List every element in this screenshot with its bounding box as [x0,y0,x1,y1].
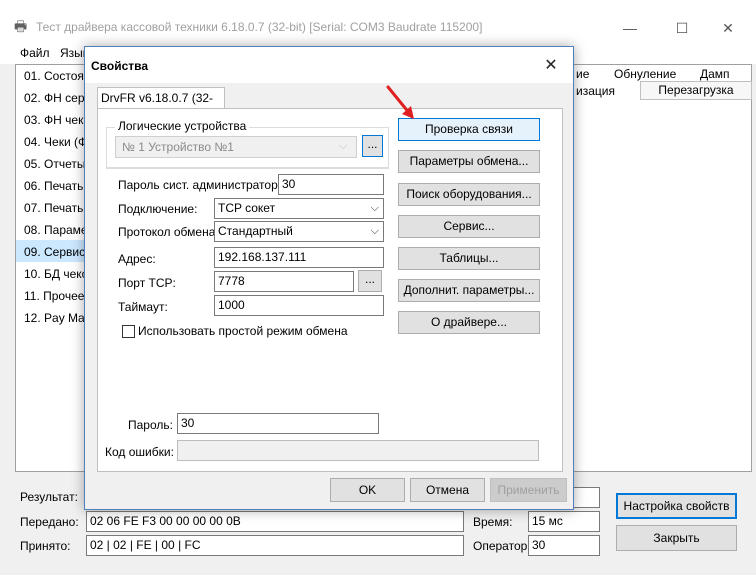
connection-value: TCP сокет [218,201,276,215]
password-label: Пароль: [128,418,173,432]
app-icon: 🖶 [14,18,28,34]
simple-mode-label: Использовать простой режим обмена [138,324,348,338]
main-window-title: Тест драйвера кассовой техники 6.18.0.7 … [36,20,483,34]
chevron-down-icon: ⌵ [370,225,379,237]
list-item[interactable]: 03. ФН чеки [24,113,84,127]
tab-partial-2[interactable]: изация [576,84,615,98]
admin-password-label: Пароль сист. администратора: [118,178,288,192]
list-item[interactable]: 12. Pay Manager [24,311,84,325]
port-browse-button[interactable]: ... [358,270,382,292]
tab-dump[interactable]: Дамп [700,67,730,81]
protocol-select[interactable]: Стандартный ⌵ [214,221,384,242]
port-label: Порт TCP: [118,276,176,290]
tab-driver[interactable]: DrvFR v6.18.0.7 (32-bit) [97,87,225,125]
error-code-label: Код ошибки: [105,445,174,459]
dialog-title: Свойства [91,59,149,73]
list-item[interactable]: 04. Чеки (ФН) [24,135,84,149]
time-label: Время: [473,515,513,529]
list-item[interactable]: 06. Печать т [24,179,84,193]
admin-password-field[interactable]: 30 [278,174,384,195]
tab-reset[interactable]: Обнуление [614,67,676,81]
connection-select[interactable]: TCP сокет ⌵ [214,198,384,219]
address-field[interactable]: 192.168.137.111 [214,247,384,268]
sent-field[interactable]: 02 06 FE F3 00 00 00 00 0B [86,511,464,532]
list-item[interactable]: 02. ФН серия [24,91,84,105]
cancel-button[interactable]: Отмена [410,478,485,502]
service-panel [560,64,752,472]
list-item[interactable]: 10. БД чеков [24,267,84,281]
error-code-field[interactable] [177,440,539,461]
list-item[interactable]: 08. Параметры [24,223,84,237]
protocol-label: Протокол обмена: [118,225,219,239]
operator-field[interactable]: 30 [528,535,600,556]
list-item-selected[interactable]: 09. Сервис [24,245,84,259]
list-item[interactable]: 01. Состояние [24,69,84,83]
divider [106,168,389,169]
tables-button[interactable]: Таблицы... [398,247,540,270]
annotation-arrow-icon [386,85,414,119]
maximize-icon[interactable]: ☐ [672,18,692,38]
list-item[interactable]: 11. Прочее [24,289,84,303]
received-label: Принято: [20,539,71,553]
list-item[interactable]: 05. Отчеты [24,157,84,171]
close-button[interactable]: Закрыть [616,525,737,551]
about-driver-button[interactable]: О драйвере... [398,311,540,334]
menu-file[interactable]: Файл [20,46,50,60]
ok-button[interactable]: OK [330,478,405,502]
minimize-icon[interactable]: — [620,18,640,38]
menu-language[interactable]: Язык [60,46,84,60]
protocol-value: Стандартный [218,224,293,238]
connection-label: Подключение: [118,202,198,216]
device-browse-button[interactable]: ... [362,135,383,157]
operator-label: Оператор: [473,539,531,553]
time-field[interactable]: 15 мс [528,511,600,532]
apply-button[interactable]: Применить [490,478,567,502]
chevron-down-icon: ⌵ [370,202,379,214]
result-label: Результат: [20,490,78,504]
dialog-titlebar [85,47,573,83]
chevron-down-icon: ⌵ [339,140,348,152]
close-icon[interactable]: ✕ [718,18,738,38]
properties-dialog: Свойства ✕ DrvFR v6.18.0.7 (32-bit) Логи… [84,46,574,510]
logical-devices-label: Логические устройства [115,119,250,133]
close-icon[interactable]: ✕ [541,56,561,76]
sent-label: Передано: [20,515,79,529]
settings-button[interactable]: Настройка свойств [616,493,737,519]
tab-partial[interactable]: ие [576,67,589,81]
logical-device-select[interactable]: № 1 Устройство №1 [115,136,357,158]
received-field[interactable]: 02 | 02 | FE | 00 | FC [86,535,464,556]
additional-params-button[interactable]: Дополнит. параметры... [398,279,540,302]
timeout-field[interactable]: 1000 [214,295,384,316]
password-field[interactable]: 30 [177,413,379,434]
service-button[interactable]: Сервис... [398,215,540,238]
port-field[interactable]: 7778 [214,271,354,292]
exchange-params-button[interactable]: Параметры обмена... [398,150,540,173]
tab-reboot[interactable]: Перезагрузка [640,81,752,100]
address-label: Адрес: [118,252,156,266]
timeout-label: Таймаут: [118,300,168,314]
list-item[interactable]: 07. Печать п [24,201,84,215]
find-equipment-button[interactable]: Поиск оборудования... [398,183,540,206]
simple-mode-checkbox[interactable] [122,325,135,338]
